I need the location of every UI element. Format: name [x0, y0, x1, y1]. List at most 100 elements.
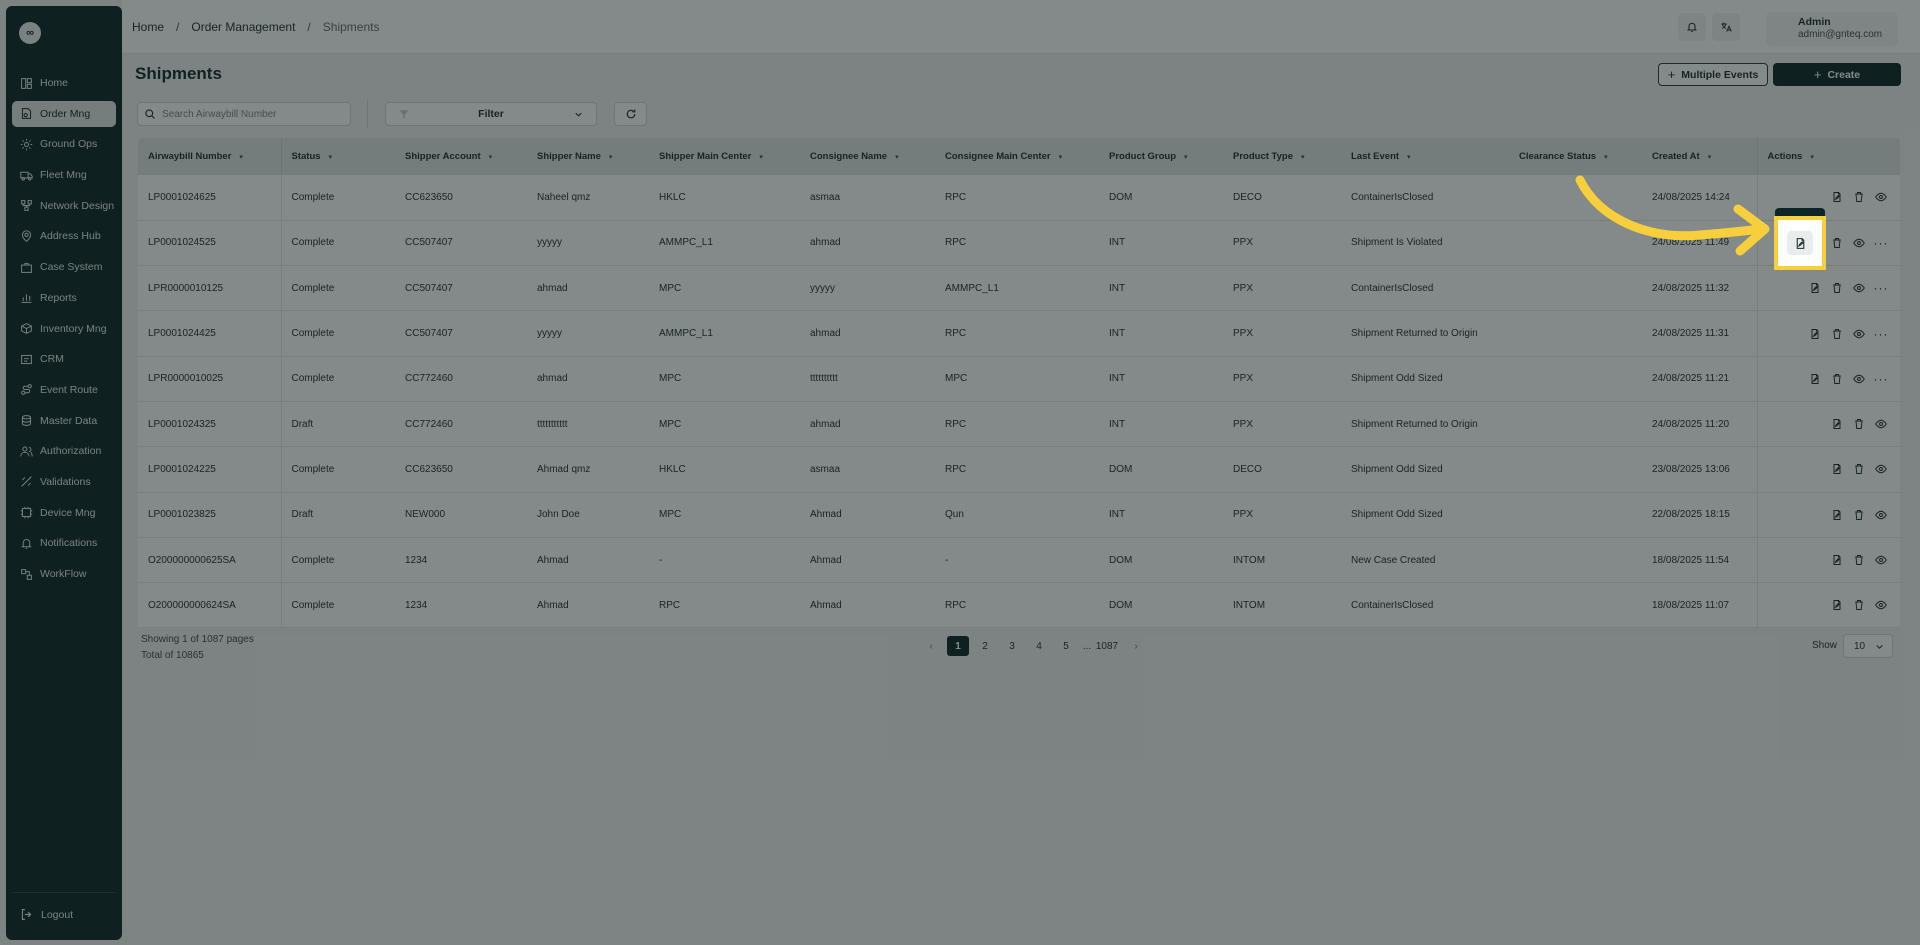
- delete-button[interactable]: [1848, 504, 1870, 526]
- table-row[interactable]: LP0001023825 Draft NEW000 John Doe MPC Ahmad Q…: [138, 492, 1900, 538]
- pagination-summary: Showing 1 of 1087 pages Total of 10865: [141, 632, 254, 664]
- table-row[interactable]: LP0001024225 Complete CC623650 Ahmad qmz HKL…: [138, 446, 1900, 493]
- column-header-label: Product Group: [1109, 151, 1177, 162]
- pagination-page-3[interactable]: 3: [1001, 636, 1023, 656]
- sort-chevron-icon: ▾: [1184, 154, 1188, 161]
- more-options-button[interactable]: ···: [1870, 277, 1892, 299]
- delete-button[interactable]: [1848, 594, 1870, 616]
- multiple-events-button[interactable]: + Multiple Events: [1658, 63, 1768, 86]
- pagination-page-2[interactable]: 2: [974, 636, 996, 656]
- delete-button[interactable]: [1848, 549, 1870, 571]
- more-options-button[interactable]: ···: [1870, 323, 1892, 345]
- column-header-product-type[interactable]: Product Type ▾: [1223, 138, 1341, 175]
- column-header-product-group[interactable]: Product Group ▾: [1099, 138, 1223, 175]
- view-button[interactable]: [1848, 277, 1870, 299]
- sidebar-item-address-hub[interactable]: Address Hub: [12, 223, 116, 249]
- sidebar-item-event-route[interactable]: Event Route: [12, 377, 116, 403]
- view-button[interactable]: [1848, 323, 1870, 345]
- trash-icon: [1848, 549, 1870, 571]
- create-button[interactable]: + Create: [1773, 63, 1901, 86]
- table-row[interactable]: O200000000624SA Complete 1234 Ahmad RPC Ahmad…: [138, 582, 1900, 628]
- sidebar-item-notifications[interactable]: Notifications: [12, 530, 116, 556]
- delete-button[interactable]: [1848, 413, 1870, 435]
- edit-document-button[interactable]: [1826, 549, 1848, 571]
- delete-button[interactable]: [1826, 277, 1848, 299]
- more-horizontal-icon: ···: [1873, 326, 1889, 341]
- pagination-next-button[interactable]: ›: [1125, 636, 1147, 656]
- sidebar-item-validations[interactable]: Validations: [12, 469, 116, 495]
- filter-dropdown[interactable]: Filter: [385, 102, 597, 126]
- sidebar-item-fleet-mng[interactable]: Fleet Mng: [12, 162, 116, 188]
- column-header-shipper-name[interactable]: Shipper Name ▾: [527, 138, 649, 175]
- language-button[interactable]: [1712, 13, 1740, 41]
- sidebar-item-reports[interactable]: Reports: [12, 285, 116, 311]
- breadcrumb-home[interactable]: Home: [132, 20, 164, 34]
- table-row[interactable]: LPR0000010025 Complete CC772460 ahmad MPC ttt…: [138, 356, 1900, 402]
- view-button[interactable]: [1870, 458, 1892, 480]
- sidebar-item-label: Network Design: [40, 199, 115, 212]
- more-options-button[interactable]: ···: [1870, 368, 1892, 390]
- edit-document-button[interactable]: [1826, 413, 1848, 435]
- view-button[interactable]: [1848, 232, 1870, 254]
- refresh-button[interactable]: [614, 102, 647, 126]
- column-header-shipper-main-center[interactable]: Shipper Main Center ▾: [649, 138, 800, 175]
- column-header-consignee-main-center[interactable]: Consignee Main Center ▾: [935, 138, 1099, 175]
- search-input[interactable]: [162, 108, 342, 120]
- page-size-select[interactable]: 10: [1843, 634, 1893, 658]
- delete-button[interactable]: [1826, 232, 1848, 254]
- table-cell: 18/08/2025 11:07: [1652, 599, 1730, 611]
- view-button[interactable]: [1870, 594, 1892, 616]
- pagination-page-1[interactable]: 1: [947, 636, 969, 656]
- sidebar-item-inventory-mng[interactable]: Inventory Mng: [12, 316, 116, 342]
- view-button[interactable]: [1848, 368, 1870, 390]
- sidebar-item-network-design[interactable]: Network Design: [12, 193, 116, 219]
- delete-button[interactable]: [1826, 368, 1848, 390]
- view-button[interactable]: [1870, 504, 1892, 526]
- delete-button[interactable]: [1848, 186, 1870, 208]
- user-menu[interactable]: Admin admin@gnteq.com: [1766, 12, 1898, 46]
- sidebar-item-ground-ops[interactable]: Ground Ops: [12, 131, 116, 157]
- pagination-prev-button[interactable]: ‹: [920, 636, 942, 656]
- edit-document-button[interactable]: [1804, 323, 1826, 345]
- notifications-button[interactable]: [1678, 13, 1706, 41]
- table-cell: O200000000625SA: [138, 537, 282, 583]
- column-header-airwaybill-number[interactable]: Airwaybill Number ▾: [138, 138, 282, 175]
- table-row[interactable]: LP0001024325 Draft CC772460 ttttttttttt MPC a…: [138, 401, 1900, 447]
- sidebar-item-master-data[interactable]: Master Data: [12, 408, 116, 434]
- table-cell: 24/08/2025 11:20: [1652, 418, 1730, 430]
- sidebar-item-workflow[interactable]: WorkFlow: [12, 561, 116, 587]
- edit-document-button[interactable]: [1826, 504, 1848, 526]
- pagination-page-1087[interactable]: 1087: [1094, 636, 1120, 656]
- pagination-page-4[interactable]: 4: [1028, 636, 1050, 656]
- sidebar-item-case-system[interactable]: Case System: [12, 254, 116, 280]
- column-header-shipper-account[interactable]: Shipper Account ▾: [395, 138, 527, 175]
- edit-document-button[interactable]: [1804, 368, 1826, 390]
- breadcrumb-order-management[interactable]: Order Management: [191, 20, 295, 34]
- view-button[interactable]: [1870, 549, 1892, 571]
- sidebar-item-device-mng[interactable]: Device Mng: [12, 500, 116, 526]
- view-button[interactable]: [1870, 413, 1892, 435]
- column-header-last-event[interactable]: Last Event ▾: [1341, 138, 1509, 175]
- column-header-status[interactable]: Status ▾: [281, 138, 395, 175]
- breadcrumb-current: Shipments: [322, 20, 380, 34]
- more-options-button[interactable]: ···: [1870, 232, 1892, 254]
- sidebar-item-authorization[interactable]: Authorization: [12, 438, 116, 464]
- sidebar-item-crm[interactable]: CRM: [12, 346, 116, 372]
- pagination-page-5[interactable]: 5: [1055, 636, 1077, 656]
- column-header-label: Shipper Account: [405, 151, 481, 162]
- delete-button[interactable]: [1848, 458, 1870, 480]
- column-header-consignee-name[interactable]: Consignee Name ▾: [800, 138, 935, 175]
- edit-document-button[interactable]: [1826, 458, 1848, 480]
- table-row[interactable]: O200000000625SA Complete 1234 Ahmad - Ahmad - D…: [138, 537, 1900, 583]
- table-row[interactable]: LP0001024425 Complete CC507407 yyyyy AMMPC_L…: [138, 310, 1900, 357]
- delete-button[interactable]: [1826, 323, 1848, 345]
- logout-icon: [21, 909, 32, 920]
- edit-document-button[interactable]: [1826, 186, 1848, 208]
- sidebar-item-order-mng[interactable]: Order Mng: [12, 100, 116, 127]
- logout-button[interactable]: Logout: [20, 908, 73, 921]
- sidebar-item-home[interactable]: Home: [12, 70, 116, 96]
- app-logo[interactable]: ∞: [19, 22, 41, 44]
- edit-document-button[interactable]: [1804, 277, 1826, 299]
- view-button[interactable]: [1870, 186, 1892, 208]
- edit-document-button[interactable]: [1826, 594, 1848, 616]
